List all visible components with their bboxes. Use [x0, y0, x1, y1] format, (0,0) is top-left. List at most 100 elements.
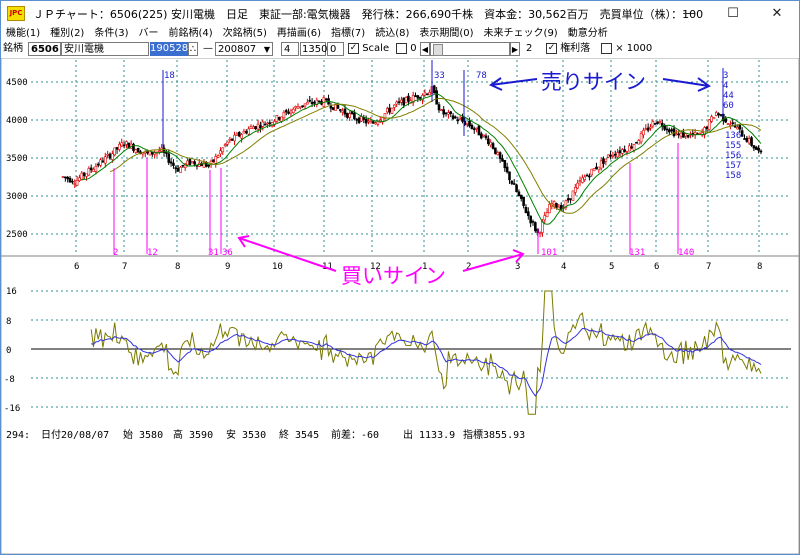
dash-label: — — [203, 43, 213, 54]
candle-body — [165, 152, 168, 154]
candle-body — [186, 160, 189, 166]
candle-body — [268, 122, 272, 125]
candle-body — [193, 161, 196, 165]
selected-date-field[interactable]: 190528 — [150, 42, 188, 56]
candle-body — [230, 138, 234, 141]
candle-body — [179, 167, 182, 173]
candle-body — [552, 201, 556, 206]
candle-body — [444, 112, 448, 115]
candle-body — [628, 145, 631, 152]
menu-item-future-check[interactable]: 未来チェック(9) — [479, 26, 563, 42]
menu-item-bar[interactable]: バー — [134, 26, 164, 42]
chart-area[interactable]: 4500 4000 3500 3000 2500 6 7 8 9 10 11 1… — [1, 58, 799, 554]
candle-body — [630, 146, 634, 149]
status-close: 終 3545 — [279, 428, 319, 441]
spin-icon[interactable]: ∴ — [188, 42, 198, 56]
menu-item-load[interactable]: 読込(8) — [370, 26, 414, 42]
candle-body — [242, 130, 246, 134]
month-label: 7 — [706, 262, 711, 272]
candle-body — [388, 107, 391, 113]
candle-body — [498, 152, 502, 159]
scroll-left-button[interactable]: ◀ — [420, 42, 430, 56]
maximize-button[interactable]: ☐ — [711, 1, 755, 26]
candle-body — [306, 102, 309, 105]
chart-background — [1, 58, 799, 554]
candle-body — [221, 147, 225, 153]
scale-checkbox[interactable]: ✓ Scale — [348, 42, 389, 56]
status-date: 日付20/08/07 — [41, 428, 109, 441]
candle-body — [350, 111, 354, 115]
candle-body — [675, 133, 678, 136]
candle-body — [738, 124, 742, 130]
candle-body — [369, 121, 373, 124]
close-button[interactable]: ✕ — [755, 1, 799, 26]
period-input[interactable]: 4 — [281, 42, 299, 56]
scroll-right-button[interactable]: ▶ — [510, 42, 520, 56]
status-low: 安 3530 — [226, 428, 266, 441]
candle-body — [418, 97, 422, 99]
kenri-checkbox[interactable]: ✓ 権利落 — [546, 42, 590, 56]
candle-body — [275, 115, 279, 122]
candle-body — [456, 119, 460, 122]
candle-body — [357, 117, 361, 123]
minimize-button[interactable]: — — [667, 1, 711, 26]
menu-item-next-stock[interactable]: 次銘柄(5) — [218, 26, 272, 42]
candle-body — [277, 116, 281, 120]
menu-item-redraw[interactable]: 再描画(6) — [272, 26, 326, 42]
candle-body — [158, 150, 161, 153]
candle-body — [404, 97, 408, 104]
date-select[interactable]: 200807 ▼ — [215, 42, 273, 56]
scroll-track[interactable] — [430, 42, 510, 56]
stock-code-input[interactable]: 6506 — [28, 42, 61, 56]
status-indicator: 指標3855.93 — [463, 428, 525, 441]
candle-body — [512, 183, 516, 185]
menu-item-type[interactable]: 種別(2) — [45, 26, 89, 42]
month-label: 8 — [757, 262, 762, 272]
candle-body — [294, 106, 297, 109]
candle-body — [743, 138, 746, 140]
candle-body — [465, 122, 469, 125]
candle-body — [639, 133, 643, 143]
candle-body — [494, 147, 497, 154]
sell-signal-number: 156 — [725, 151, 741, 161]
buy-signal-number: 140 — [678, 248, 694, 258]
candle-body — [581, 177, 584, 183]
month-label: 9 — [225, 262, 230, 272]
offset-input[interactable]: 0 — [327, 42, 344, 56]
candle-body — [280, 116, 283, 122]
range-input[interactable]: 1350 — [300, 42, 327, 56]
candle-body — [759, 150, 763, 153]
scroll-thumb[interactable] — [433, 44, 443, 56]
x1000-checkbox[interactable]: × 1000 — [601, 42, 652, 56]
candle-body — [719, 114, 723, 116]
menu-item-function[interactable]: 機能(1) — [1, 26, 45, 42]
checkbox-empty-icon — [396, 42, 407, 54]
candle-body — [578, 180, 582, 183]
buy-signal-number: 101 — [541, 248, 557, 258]
candle-body — [425, 93, 429, 96]
candle-body — [449, 111, 453, 114]
zero-checkbox[interactable]: 0 — [396, 42, 417, 56]
app-icon: JPC — [7, 6, 25, 21]
candle-body — [423, 92, 427, 96]
candle-body — [611, 154, 615, 157]
menu-item-condition[interactable]: 条件(3) — [89, 26, 133, 42]
menu-item-period[interactable]: 表示期間(0) — [414, 26, 478, 42]
candle-body — [85, 173, 88, 177]
candle-body — [491, 143, 495, 149]
candle-body — [371, 121, 375, 124]
candle-body — [672, 128, 676, 137]
month-label: 3 — [515, 262, 520, 272]
candle-body — [637, 140, 641, 145]
candle-body — [653, 123, 657, 125]
menu-item-indicator[interactable]: 指標(7) — [326, 26, 370, 42]
candle-body — [677, 133, 681, 136]
menu-item-motion-analysis[interactable]: 動意分析 — [563, 26, 613, 42]
candle-body — [745, 137, 749, 142]
candle-body — [440, 109, 443, 111]
candle-body — [585, 174, 589, 177]
candle-body — [111, 153, 114, 160]
candle-body — [503, 160, 507, 169]
menu-item-prev-stock[interactable]: 前銘柄(4) — [164, 26, 218, 42]
osc-tick-label: -16 — [4, 404, 20, 414]
